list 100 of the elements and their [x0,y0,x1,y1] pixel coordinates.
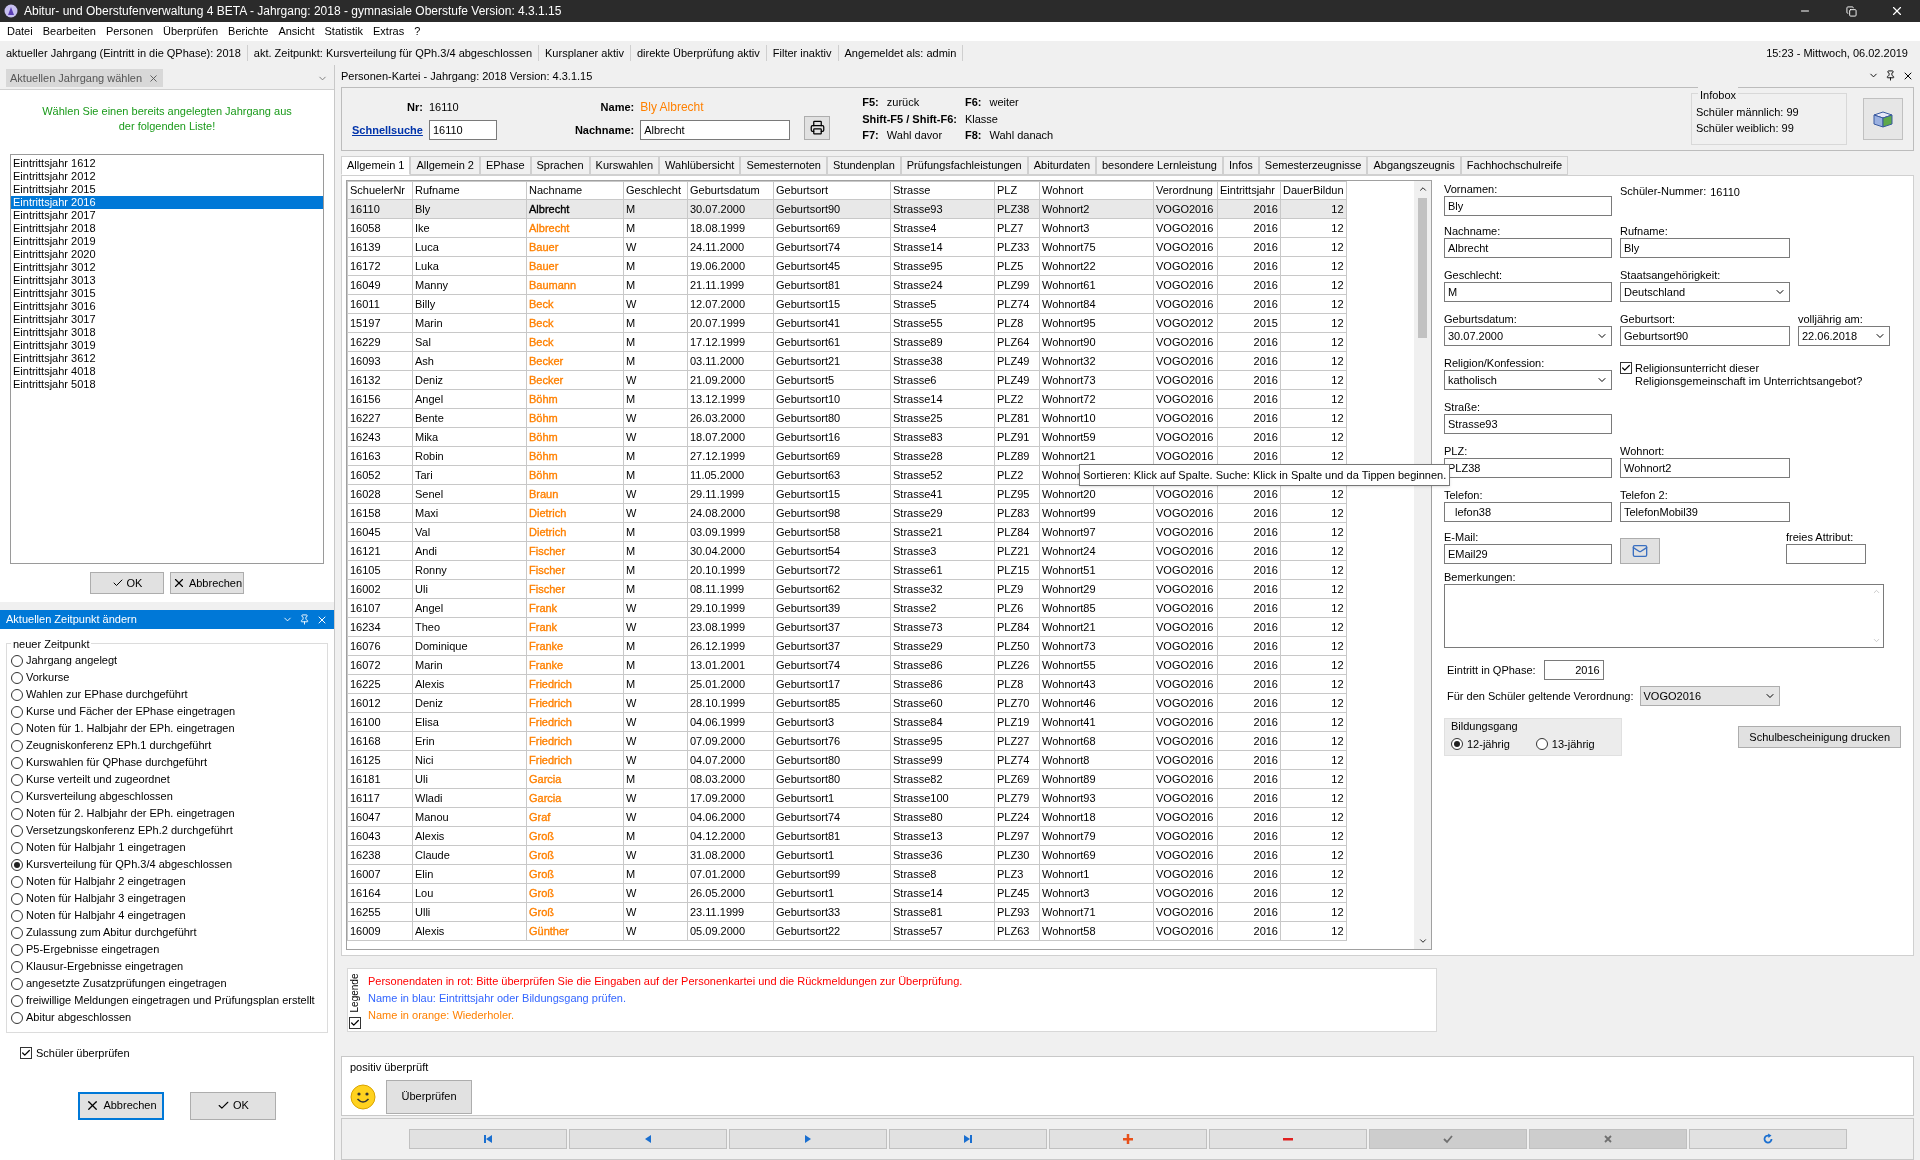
radio-button[interactable] [11,688,23,701]
input-field[interactable]: Bly [1444,195,1612,216]
list-item[interactable]: Eintrittsjahr 3612 [11,352,323,365]
radio-label[interactable]: Noten für 2. Halbjahr der EPh. eingetragen [26,805,235,822]
column-header[interactable]: DauerBildun [1280,181,1347,200]
input-field[interactable]: Wohnort2 [1620,457,1790,478]
tab[interactable]: Semesterzeugnisse [1258,155,1368,175]
radio-label[interactable]: Versetzungskonferenz EPh.2 durchgeführt [26,822,233,839]
dialog-button[interactable]: OK [190,1091,276,1120]
radio-button[interactable] [11,756,23,769]
column-header[interactable]: Geburtsdatum [687,181,774,200]
radio-button[interactable] [11,926,23,939]
column-header[interactable]: Eintrittsjahr [1217,181,1281,200]
tab[interactable]: Prüfungsfachleistungen [900,155,1028,175]
dropdown[interactable]: Deutschland [1620,281,1790,302]
radio-label[interactable]: P5-Ergebnisse eingetragen [26,941,160,958]
dropdown[interactable]: VOGO2016 [1639,685,1780,706]
tab[interactable]: Allgemein 1 [341,155,411,175]
column-header[interactable]: Verordnung [1153,181,1218,200]
column-header[interactable]: Rufname [412,181,527,200]
radio-button[interactable] [11,654,23,667]
radio-button[interactable] [11,858,23,871]
list-item[interactable]: Eintrittsjahr 3019 [11,339,323,352]
column-header[interactable]: Wohnort [1039,181,1154,200]
checkbox-label[interactable]: Religionsunterricht dieser Religionsgemeinschaft im Unterrichtsangebot? [1635,361,1870,388]
menu-item[interactable]: Ansicht [273,23,320,40]
checkbox-label[interactable]: Schüler überprüfen [36,1045,130,1062]
dropdown[interactable]: 30.07.2000 [1444,325,1612,346]
pin-icon[interactable] [1885,70,1896,82]
tab[interactable]: Abgangszeugnis [1367,155,1461,175]
input-field[interactable]: 16110 [428,119,497,140]
radio-label[interactable]: Abitur abgeschlossen [26,1009,132,1026]
column-header[interactable]: Nachname [526,181,624,200]
list-item[interactable]: Eintrittsjahr 3016 [11,300,323,313]
radio-label[interactable]: Kurswahlen für QPhase durchgeführt [26,754,207,771]
input-field[interactable] [1786,543,1866,564]
radio-label[interactable]: Vorkurse [26,669,70,686]
radio-button[interactable] [11,790,23,803]
tab[interactable]: besondere Lernleistung [1096,155,1223,175]
radio-label[interactable]: Zeugniskonferenz EPh.1 durchgeführt [26,737,212,754]
radio-button[interactable] [11,841,23,854]
radio-button[interactable] [11,960,23,973]
menu-item[interactable]: Bearbeiten [37,23,101,40]
radio-button[interactable] [11,977,23,990]
dialog-button[interactable]: Abbrechen [170,572,244,594]
radio-label[interactable]: 12-jährig [1467,735,1510,753]
tab[interactable]: Abiturdaten [1027,155,1096,175]
menu-item[interactable]: Datei [2,23,38,40]
tab[interactable]: Stundenplan [827,155,901,175]
input-field[interactable]: Bly [1620,237,1790,258]
dialog-button[interactable]: OK [90,572,164,594]
radio-button[interactable] [11,705,23,718]
input-field[interactable]: M [1444,281,1612,302]
radio-label[interactable]: Kurse und Fächer der EPhase eingetragen [26,703,236,720]
input-field[interactable]: 2016 [1543,659,1604,680]
menu-item[interactable]: Berichte [223,23,274,40]
radio-button[interactable] [11,824,23,837]
radio-button[interactable] [1535,738,1548,751]
radio-label[interactable]: angesetzte Zusatzprüfungen eingetragen [26,975,227,992]
menu-item[interactable]: Personen [100,23,158,40]
radio-button[interactable] [11,671,23,684]
tab-label[interactable]: Aktuellen Jahrgang wählen [10,69,143,87]
radio-button[interactable] [11,892,23,905]
dialog-button[interactable]: Abbrechen [78,1091,164,1120]
radio-label[interactable]: Wahlen zur EPhase durchgeführt [26,686,188,703]
radio-button[interactable] [11,773,23,786]
menu-item[interactable]: Überprüfen [158,23,224,40]
checkbox[interactable] [349,1017,361,1030]
checkbox[interactable] [20,1047,32,1060]
input-field[interactable]: Geburtsort90 [1620,325,1790,346]
radio-label[interactable]: Kursverteilung abgeschlossen [26,788,173,805]
dropdown[interactable]: katholisch [1444,369,1612,390]
radio-label[interactable]: Klausur-Ergebnisse eingetragen [26,958,184,975]
print-button[interactable] [804,115,831,140]
list-item[interactable]: Eintrittsjahr 2018 [11,222,323,235]
column-header[interactable]: SchuelerNr [347,181,413,200]
radio-button[interactable] [11,909,23,922]
list-item[interactable]: Eintrittsjahr 2017 [11,209,323,222]
list-item[interactable]: Eintrittsjahr 3017 [11,313,323,326]
radio-button[interactable] [11,875,23,888]
tab[interactable]: EPhase [479,155,531,175]
checkbox[interactable] [1620,361,1632,374]
column-header[interactable]: Geschlecht [623,181,688,200]
dropdown[interactable]: 22.06.2018 [1798,325,1890,346]
menu-item[interactable]: ? [409,23,426,40]
radio-label[interactable]: Zulassung zum Abitur durchgeführt [26,924,197,941]
print-certificate-button[interactable]: Schulbescheinigung drucken [1738,725,1901,748]
input-field[interactable]: lefon38 [1444,501,1612,522]
list-item[interactable]: Eintrittsjahr 3012 [11,261,323,274]
tab[interactable]: Kurswahlen [589,155,660,175]
tab[interactable]: Semesternoten [740,155,827,175]
radio-label[interactable]: Noten für Halbjahr 1 eingetragen [26,839,186,856]
list-item[interactable]: Eintrittsjahr 3015 [11,287,323,300]
menu-item[interactable]: Extras [368,23,410,40]
menu-item[interactable]: Statistik [319,23,368,40]
tab[interactable]: Infos [1223,155,1259,175]
check-button[interactable]: Überprüfen [386,1079,472,1114]
list-item[interactable]: Eintrittsjahr 3018 [11,326,323,339]
list-item[interactable]: Eintrittsjahr 2015 [11,183,323,196]
list-item[interactable]: Eintrittsjahr 2012 [11,170,323,183]
